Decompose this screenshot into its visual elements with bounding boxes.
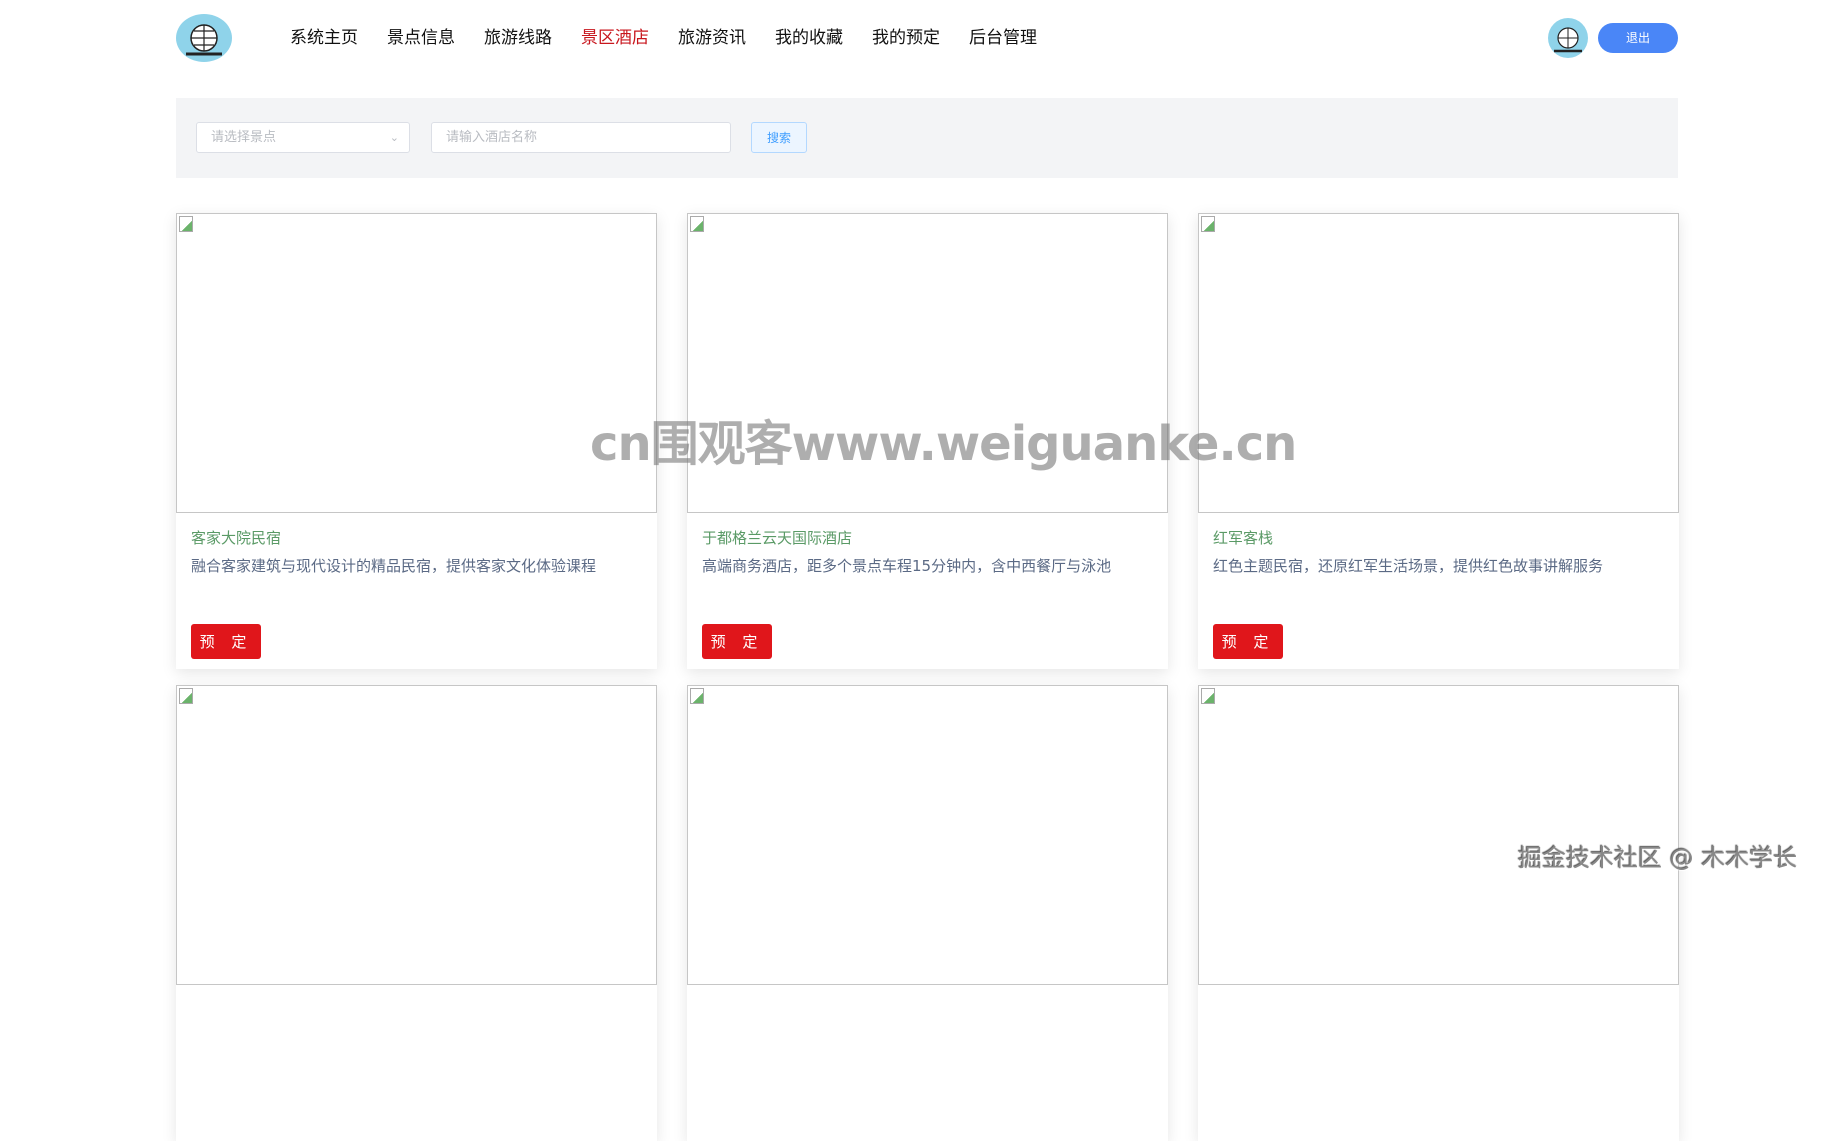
hotel-image-broken-icon[interactable]: [1198, 213, 1679, 513]
header: 系统主页 景点信息 旅游线路 景区酒店 旅游资讯 我的收藏 我的预定 后台管理 …: [0, 0, 1827, 76]
main-nav: 系统主页 景点信息 旅游线路 景区酒店 旅游资讯 我的收藏 我的预定 后台管理: [290, 24, 1037, 52]
hotel-image-broken-icon[interactable]: [176, 213, 657, 513]
book-button[interactable]: 预 定: [702, 624, 772, 659]
hotel-card: [687, 685, 1168, 1141]
hotel-desc: 高端商务酒店，距多个景点车程15分钟内，含中西餐厅与泳池: [702, 557, 1112, 575]
hotel-card: 于都格兰云天国际酒店 高端商务酒店，距多个景点车程15分钟内，含中西餐厅与泳池 …: [687, 213, 1168, 669]
hotel-image-broken-icon[interactable]: [687, 685, 1168, 985]
hotel-card: 红军客栈 红色主题民宿，还原红军生活场景，提供红色故事讲解服务 预 定: [1198, 213, 1679, 669]
nav-scenic-info[interactable]: 景点信息: [387, 24, 455, 52]
search-panel: 请选择景点 ⌄ 搜索: [176, 98, 1678, 178]
hotel-image-broken-icon[interactable]: [1198, 685, 1679, 985]
nav-hotels[interactable]: 景区酒店: [581, 24, 649, 52]
scenic-select-placeholder: 请选择景点: [211, 130, 277, 145]
nav-home[interactable]: 系统主页: [290, 24, 358, 52]
hotel-image-broken-icon[interactable]: [176, 685, 657, 985]
scenic-select[interactable]: 请选择景点 ⌄: [196, 122, 410, 153]
nav-bookings[interactable]: 我的预定: [872, 24, 940, 52]
hotel-name[interactable]: 客家大院民宿: [191, 527, 281, 548]
nav-tour-routes[interactable]: 旅游线路: [484, 24, 552, 52]
hotel-desc: 红色主题民宿，还原红军生活场景，提供红色故事讲解服务: [1213, 557, 1604, 575]
chevron-down-icon: ⌄: [389, 131, 399, 144]
nav-admin[interactable]: 后台管理: [969, 24, 1037, 52]
hotel-grid: 客家大院民宿 融合客家建筑与现代设计的精品民宿，提供客家文化体验课程 预 定 于…: [176, 213, 1679, 1141]
book-button[interactable]: 预 定: [1213, 624, 1283, 659]
nav-news[interactable]: 旅游资讯: [678, 24, 746, 52]
hotel-card: 客家大院民宿 融合客家建筑与现代设计的精品民宿，提供客家文化体验课程 预 定: [176, 213, 657, 669]
avatar[interactable]: [1548, 18, 1588, 58]
hotel-name[interactable]: 于都格兰云天国际酒店: [702, 527, 852, 548]
hotel-image-broken-icon[interactable]: [687, 213, 1168, 513]
hotel-name-input[interactable]: [431, 122, 731, 153]
hotel-desc: 融合客家建筑与现代设计的精品民宿，提供客家文化体验课程: [191, 557, 597, 575]
nav-favorites[interactable]: 我的收藏: [775, 24, 843, 52]
book-button[interactable]: 预 定: [191, 624, 261, 659]
hotel-card: [176, 685, 657, 1141]
logout-button[interactable]: 退出: [1598, 23, 1678, 53]
hotel-name[interactable]: 红军客栈: [1213, 527, 1273, 548]
logo-globe-icon[interactable]: [176, 14, 232, 62]
search-button[interactable]: 搜索: [751, 122, 807, 153]
hotel-card: [1198, 685, 1679, 1141]
